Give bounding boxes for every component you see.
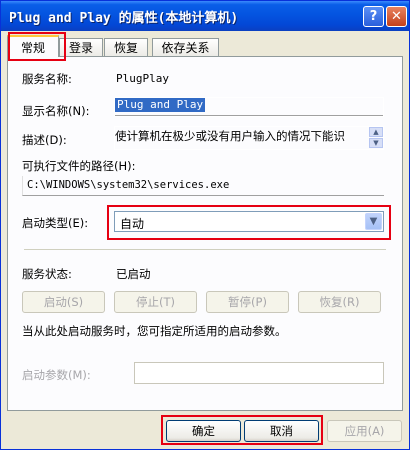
description-value: 使计算机在极少或没有用户输入的情况下能识 [115, 129, 345, 143]
chevron-down-icon[interactable]: ▼ [365, 213, 382, 230]
title-bar[interactable]: Plug and Play 的属性(本地计算机) ? ✕ [1, 1, 409, 31]
pause-service-button[interactable]: 暂停(P) [206, 291, 289, 313]
display-name-label: 显示名称(N): [22, 104, 90, 118]
start-service-button[interactable]: 启动(S) [22, 291, 105, 313]
general-tab-panel: 服务名称: PlugPlay 显示名称(N): Plug and Play 描述… [7, 56, 403, 411]
startup-params-label: 启动参数(M): [22, 368, 91, 382]
exe-path-label: 可执行文件的路径(H): [22, 159, 136, 173]
stop-service-button[interactable]: 停止(T) [114, 291, 197, 313]
close-button[interactable]: ✕ [386, 6, 407, 27]
window-title: Plug and Play 的属性(本地计算机) [9, 11, 239, 26]
display-name-field[interactable]: Plug and Play [114, 97, 384, 117]
tab-logon[interactable]: 登录 [59, 38, 103, 56]
scroll-down-icon[interactable]: ▼ [369, 138, 383, 148]
resume-service-button[interactable]: 恢复(R) [298, 291, 381, 313]
exe-path-value: C:\WINDOWS\system32\services.exe [27, 179, 230, 191]
service-status-value: 已启动 [116, 267, 151, 281]
tab-recovery[interactable]: 恢复 [104, 38, 148, 56]
startup-type-select[interactable]: 自动 ▼ [114, 211, 384, 232]
help-button[interactable]: ? [363, 6, 384, 27]
service-name-label: 服务名称: [22, 72, 72, 86]
startup-type-value: 自动 [120, 217, 145, 231]
description-label: 描述(D): [22, 133, 67, 147]
startup-params-input[interactable] [134, 362, 384, 384]
description-field[interactable]: 使计算机在极少或没有用户输入的情况下能识 ▲ ▼ [114, 126, 384, 150]
apply-button[interactable]: 应用(A) [327, 420, 402, 442]
service-status-label: 服务状态: [22, 267, 72, 281]
startup-params-hint: 当从此处启动服务时，您可指定所适用的启动参数。 [22, 324, 287, 338]
description-scrollbar[interactable]: ▲ ▼ [369, 127, 383, 149]
display-name-value: Plug and Play [115, 98, 206, 112]
tab-general[interactable]: 常规 [7, 35, 59, 57]
tab-dependencies[interactable]: 依存关系 [152, 38, 219, 56]
startup-type-label: 启动类型(E): [22, 216, 89, 230]
separator [24, 249, 386, 250]
properties-window: Plug and Play 的属性(本地计算机) ? ✕ 常规 登录 恢复 依存… [0, 0, 410, 450]
cancel-button[interactable]: 取消 [244, 420, 319, 442]
help-icon: ? [369, 9, 378, 24]
exe-path-field[interactable]: C:\WINDOWS\system32\services.exe [22, 176, 384, 196]
scroll-up-icon[interactable]: ▲ [369, 127, 383, 137]
ok-button[interactable]: 确定 [166, 420, 241, 442]
service-name-value: PlugPlay [116, 72, 169, 85]
close-icon: ✕ [391, 9, 402, 24]
